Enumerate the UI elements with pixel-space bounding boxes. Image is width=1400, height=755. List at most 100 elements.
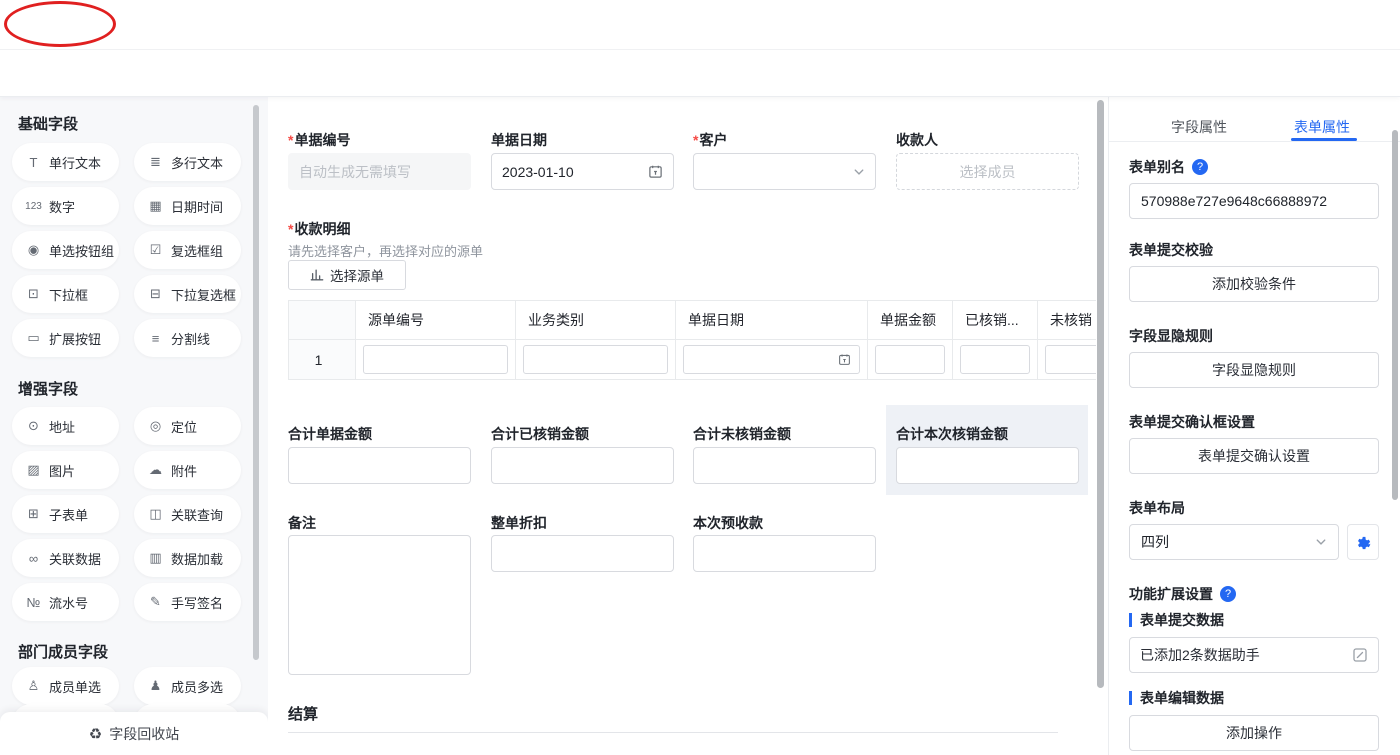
palette-item-label: 图片 bbox=[49, 461, 75, 480]
palette-item-linked-query[interactable]: ◫关联查询 bbox=[134, 495, 241, 533]
panel-tabs-border bbox=[1109, 141, 1400, 142]
layout-select[interactable]: 四列 bbox=[1129, 524, 1339, 560]
layout-settings-button[interactable] bbox=[1347, 524, 1379, 560]
palette-item-extend-button[interactable]: ▭扩展按钮 bbox=[12, 319, 119, 357]
field-label-detail: *收款明细 bbox=[288, 219, 350, 239]
source-no-cell-input[interactable] bbox=[363, 345, 508, 374]
not-written-off-cell-input[interactable] bbox=[1045, 345, 1096, 374]
palette-item-label: 成员多选 bbox=[171, 677, 223, 696]
visibility-rule-label: 字段显隐规则 bbox=[1129, 326, 1213, 346]
field-label-payee: 收款人 bbox=[896, 130, 938, 150]
palette-item-divider[interactable]: ≡分割线 bbox=[134, 319, 241, 357]
palette-section-title: 增强字段 bbox=[18, 378, 78, 399]
palette-item-radio-group[interactable]: ◉单选按钮组 bbox=[12, 231, 119, 269]
remark-textarea[interactable] bbox=[288, 535, 471, 675]
amount-cell-input[interactable] bbox=[875, 345, 945, 374]
business-type-cell-input[interactable] bbox=[523, 345, 668, 374]
alias-label: 表单别名 ? bbox=[1129, 157, 1208, 177]
field-label-doc-no: *单据编号 bbox=[288, 130, 350, 150]
field-label-doc-date: 单据日期 bbox=[491, 130, 547, 150]
doc-date-cell-input[interactable] bbox=[683, 345, 860, 374]
validation-label: 表单提交校验 bbox=[1129, 240, 1213, 260]
select-source-button[interactable]: 选择源单 bbox=[288, 260, 406, 290]
total-this-write-off-input[interactable] bbox=[896, 447, 1079, 484]
help-icon[interactable]: ? bbox=[1220, 586, 1236, 602]
properties-panel: 字段属性 表单属性 表单别名 ? 表单提交校验 添加校验条件 字段显隐规则 字段… bbox=[1108, 97, 1400, 755]
prepay-input[interactable] bbox=[693, 535, 876, 572]
chain-icon: ∞ bbox=[25, 551, 42, 566]
palette-item-multi-line-text[interactable]: ≣多行文本 bbox=[134, 143, 241, 181]
recycle-icon: ♻ bbox=[89, 725, 102, 743]
palette-item-label: 下拉框 bbox=[49, 285, 88, 304]
palette-item-label: 附件 bbox=[171, 461, 197, 480]
palette-item-checkbox-group[interactable]: ☑复选框组 bbox=[134, 231, 241, 269]
required-mark: * bbox=[288, 132, 293, 148]
palette-item-subform[interactable]: ⊞子表单 bbox=[12, 495, 119, 533]
subtable-header: 未核销 bbox=[1038, 301, 1096, 340]
field-recycle-bin-button[interactable]: ♻ 字段回收站 bbox=[0, 712, 268, 755]
palette-item-single-line-text[interactable]: T 单行文本 bbox=[12, 143, 119, 181]
blue-bar bbox=[1129, 613, 1132, 627]
select-source-label: 选择源单 bbox=[330, 265, 384, 285]
palette-item-location[interactable]: ◎定位 bbox=[134, 407, 241, 445]
palette-item-label: 子表单 bbox=[49, 505, 88, 524]
palette-item-attachment[interactable]: ☁附件 bbox=[134, 451, 241, 489]
doc-date-value: 2023-01-10 bbox=[502, 164, 574, 180]
palette-item-label: 单行文本 bbox=[49, 153, 101, 172]
palette-item-address[interactable]: ⊙地址 bbox=[12, 407, 119, 445]
pen-icon: ✎ bbox=[147, 594, 164, 610]
doc-no-input[interactable] bbox=[288, 153, 471, 190]
written-off-cell-input[interactable] bbox=[960, 345, 1030, 374]
palette-item-datetime[interactable]: ▦日期时间 bbox=[134, 187, 241, 225]
palette-item-number[interactable]: 123数字 bbox=[12, 187, 119, 225]
palette-item-dropdown[interactable]: ⊡下拉框 bbox=[12, 275, 119, 313]
total-not-written-off-input[interactable] bbox=[693, 447, 876, 484]
edit-icon[interactable] bbox=[1352, 647, 1368, 663]
required-mark: * bbox=[288, 221, 293, 237]
palette-item-multi-dropdown[interactable]: ⊟下拉复选框 bbox=[134, 275, 241, 313]
total-written-off-input[interactable] bbox=[491, 447, 674, 484]
add-operation-button[interactable]: 添加操作 bbox=[1129, 715, 1379, 751]
submit-data-box[interactable]: 已添加2条数据助手 bbox=[1129, 637, 1379, 673]
palette-item-label: 关联数据 bbox=[49, 549, 101, 568]
tab-form-properties[interactable]: 表单属性 bbox=[1294, 117, 1350, 137]
palette-item-label: 关联查询 bbox=[171, 505, 223, 524]
text-icon: T bbox=[25, 155, 42, 170]
add-validation-button[interactable]: 添加校验条件 bbox=[1129, 266, 1379, 302]
palette-item-member-multi[interactable]: ♟成员多选 bbox=[134, 667, 241, 705]
confirm-setting-button[interactable]: 表单提交确认设置 bbox=[1129, 438, 1379, 474]
palette-item-member-single[interactable]: ♙成员单选 bbox=[12, 667, 119, 705]
palette-item-data-load[interactable]: ▥数据加载 bbox=[134, 539, 241, 577]
gear-icon bbox=[1355, 534, 1372, 551]
field-label-total-this-write-off: 合计本次核销金额 bbox=[896, 424, 1008, 444]
doc-date-input[interactable]: 2023-01-10 bbox=[491, 153, 674, 190]
help-icon[interactable]: ? bbox=[1192, 159, 1208, 175]
total-amount-input[interactable] bbox=[288, 447, 471, 484]
locate-icon: ◎ bbox=[147, 418, 164, 434]
canvas-scrollbar[interactable] bbox=[1097, 100, 1104, 688]
visibility-rule-button[interactable]: 字段显隐规则 bbox=[1129, 352, 1379, 388]
palette-item-linked-data[interactable]: ∞ 关联数据 bbox=[12, 539, 119, 577]
sidebar-scrollbar[interactable] bbox=[253, 105, 259, 660]
palette-item-label: 成员单选 bbox=[49, 677, 101, 696]
tab-field-properties[interactable]: 字段属性 bbox=[1171, 117, 1227, 137]
palette-item-signature[interactable]: ✎手写签名 bbox=[134, 583, 241, 621]
bar-chart-icon bbox=[310, 268, 324, 282]
customer-select[interactable] bbox=[693, 153, 876, 190]
detail-subtable: 源单编号 业务类别 单据日期 单据金额 已核销... 未核销 1 bbox=[288, 300, 1096, 380]
alias-input[interactable] bbox=[1129, 183, 1379, 219]
field-label-total-not-written-off: 合计未核销金额 bbox=[693, 424, 791, 444]
palette-item-label: 扩展按钮 bbox=[49, 329, 101, 348]
discount-input[interactable] bbox=[491, 535, 674, 572]
panel-scrollbar[interactable] bbox=[1392, 130, 1398, 500]
calendar-icon: ▦ bbox=[147, 198, 164, 214]
field-label-customer: *客户 bbox=[693, 130, 727, 150]
palette-item-serial-number[interactable]: №流水号 bbox=[12, 583, 119, 621]
serial-icon: № bbox=[25, 595, 42, 610]
recycle-bin-label: 字段回收站 bbox=[109, 724, 179, 744]
subtable-header: 单据金额 bbox=[868, 301, 953, 340]
layout-label: 表单布局 bbox=[1129, 498, 1185, 518]
palette-item-label: 分割线 bbox=[171, 329, 210, 348]
payee-select-member[interactable]: 选择成员 bbox=[896, 153, 1079, 190]
palette-item-image[interactable]: ▨图片 bbox=[12, 451, 119, 489]
